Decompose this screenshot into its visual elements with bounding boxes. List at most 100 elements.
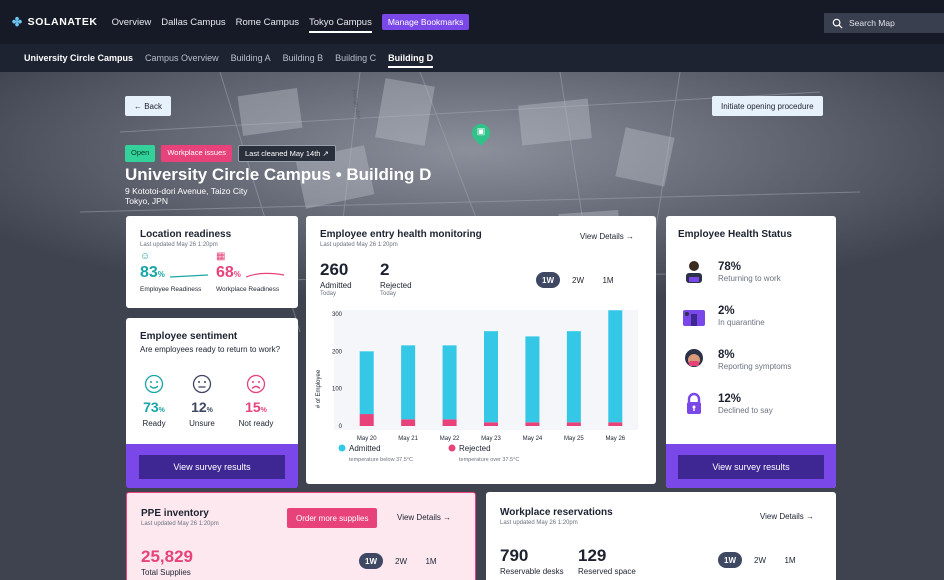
desks-value: 790 xyxy=(500,546,529,565)
entry-view-details-link[interactable]: View Details → xyxy=(580,232,634,241)
masked-person-icon xyxy=(685,349,703,367)
nav-item-tokyo[interactable]: Tokyo Campus xyxy=(309,12,372,33)
last-cleaned-badge[interactable]: Last cleaned May 14th ↗ xyxy=(238,145,336,162)
subnav-building-b[interactable]: Building B xyxy=(283,53,324,63)
x-tick-label-4: May 24 xyxy=(523,436,543,442)
workplace-issues-badge[interactable]: Workplace issues xyxy=(161,145,232,162)
bar-admitted-0 xyxy=(359,351,374,415)
ppe-title: PPE inventory xyxy=(141,508,209,519)
initiate-opening-button[interactable]: Initiate opening procedure xyxy=(712,96,823,116)
status-badge-open: Open xyxy=(125,145,156,162)
y-tick-label-3: 300 xyxy=(332,312,343,318)
legend-sub-1: temperature over 37.5°C xyxy=(459,457,519,463)
admitted-label: Admitted xyxy=(320,281,352,290)
unsure-label: Unsure xyxy=(189,419,215,428)
order-supplies-button[interactable]: Order more supplies xyxy=(287,508,378,528)
x-tick-label-0: May 20 xyxy=(357,436,377,442)
space-label: Reserved space xyxy=(578,567,636,576)
campus-subnav: University Circle Campus Campus Overview… xyxy=(0,44,944,72)
health-row-returning: 78% Returning to work xyxy=(680,258,781,286)
entry-title: Employee entry health monitoring xyxy=(320,229,482,240)
subnav-campus[interactable]: University Circle Campus xyxy=(24,53,133,63)
legend-swatch-0 xyxy=(338,444,346,452)
bar-rejected-4 xyxy=(525,422,540,426)
bar-rejected-2 xyxy=(442,419,457,426)
health-row-quarantine: 2% In quarantine xyxy=(680,302,765,330)
desks-label: Reservable desks xyxy=(500,567,564,576)
reservations-updated: Last updated May 26 1:20pm xyxy=(500,520,578,526)
employee-sentiment-card: Employee sentiment Are employees ready t… xyxy=(126,318,298,458)
subnav-campus-overview[interactable]: Campus Overview xyxy=(145,53,219,63)
subnav-building-a[interactable]: Building A xyxy=(231,53,271,63)
health-view-survey-button[interactable]: View survey results xyxy=(678,455,824,479)
chart-ylabel: # of Employee xyxy=(316,369,322,408)
smile-face-icon xyxy=(144,374,164,394)
employee-readiness-label: Employee Readiness xyxy=(140,286,202,293)
address-line-1: 9 Kototoi-dori Avenue, Taizo City xyxy=(125,186,248,196)
workplace-readiness-label: Workplace Readiness xyxy=(216,286,280,293)
res-tab-1w[interactable]: 1W xyxy=(718,552,742,568)
building-icon: ▣ xyxy=(476,126,486,136)
bar-rejected-5 xyxy=(566,422,581,426)
rejected-sub: Today xyxy=(380,291,397,297)
x-tick-label-6: May 26 xyxy=(605,436,625,442)
entry-monitoring-card: Employee entry health monitoring Last up… xyxy=(306,216,656,484)
bar-admitted-1 xyxy=(401,345,416,420)
ppe-tab-1m[interactable]: 1M xyxy=(419,553,443,569)
nav-item-rome[interactable]: Rome Campus xyxy=(236,17,299,28)
nav-item-overview[interactable]: Overview xyxy=(112,17,152,28)
ppe-tab-2w[interactable]: 2W xyxy=(389,553,413,569)
page-title: University Circle Campus • Building D xyxy=(125,165,432,184)
bar-admitted-4 xyxy=(525,336,540,423)
sentiment-title: Employee sentiment xyxy=(140,331,238,342)
returning-worker-icon xyxy=(686,261,702,283)
ppe-tab-1w[interactable]: 1W xyxy=(359,553,383,569)
brand-logo[interactable]: ✤ SOLANATEK xyxy=(12,15,98,29)
status-badges: Open Workplace issues Last cleaned May 1… xyxy=(125,145,336,162)
tab-2w[interactable]: 2W xyxy=(566,272,590,288)
res-tab-1m[interactable]: 1M xyxy=(778,552,802,568)
tab-1w[interactable]: 1W xyxy=(536,272,560,288)
view-survey-results-button[interactable]: View survey results xyxy=(139,455,285,479)
reservations-view-details-link[interactable]: View Details → xyxy=(760,512,814,521)
not-ready-value: 15% xyxy=(245,399,267,415)
bar-admitted-5 xyxy=(566,331,581,423)
workplace-reservations-card: Workplace reservations Last updated May … xyxy=(486,492,836,580)
workplace-readiness-value: 68% xyxy=(216,264,241,281)
sentiment-action-band: View survey results xyxy=(126,444,298,488)
subnav-building-d[interactable]: Building D xyxy=(388,48,434,68)
quarantine-label: In quarantine xyxy=(718,318,765,327)
workplace-readiness-icon: ▦ xyxy=(216,251,226,262)
ppe-timeframe-tabs: 1W 2W 1M xyxy=(359,553,443,569)
search-map-input[interactable]: Search Map xyxy=(824,13,944,33)
lock-icon xyxy=(687,392,701,414)
location-readiness-card: Location readiness Last updated May 26 1… xyxy=(126,216,298,308)
sad-face-icon xyxy=(246,374,266,394)
ppe-total-label: Total Supplies xyxy=(141,568,191,577)
health-title: Employee Health Status xyxy=(678,229,792,240)
neutral-face-icon xyxy=(192,374,212,394)
returning-label: Returning to work xyxy=(718,274,781,283)
tab-1m[interactable]: 1M xyxy=(596,272,620,288)
health-row-declined: 12% Declined to say xyxy=(680,390,773,418)
health-action-band: View survey results xyxy=(666,444,836,488)
symptoms-label: Reporting symptoms xyxy=(718,362,792,371)
symptoms-pct: 8% xyxy=(718,349,735,361)
back-button[interactable]: ← Back xyxy=(125,96,172,116)
employee-readiness-value: 83% xyxy=(140,264,165,281)
employee-readiness-icon: ☺ xyxy=(140,251,151,262)
res-tab-2w[interactable]: 2W xyxy=(748,552,772,568)
rejected-value: 2 xyxy=(380,260,390,279)
bar-rejected-1 xyxy=(401,419,416,426)
subnav-building-c[interactable]: Building C xyxy=(335,53,376,63)
ppe-inventory-card: PPE inventory Last updated May 26 1:20pm… xyxy=(126,492,476,580)
sentiment-unsure: 12% Unsure xyxy=(182,374,222,428)
admitted-value: 260 xyxy=(320,260,349,279)
ppe-view-details-link[interactable]: View Details → xyxy=(397,513,451,522)
declined-label: Declined to say xyxy=(718,406,773,415)
quarantine-icon xyxy=(683,310,705,326)
bar-admitted-6 xyxy=(608,310,623,423)
manage-bookmarks-button[interactable]: Manage Bookmarks xyxy=(381,14,470,30)
legend-swatch-1 xyxy=(448,444,456,452)
nav-item-dallas[interactable]: Dallas Campus xyxy=(161,17,225,28)
